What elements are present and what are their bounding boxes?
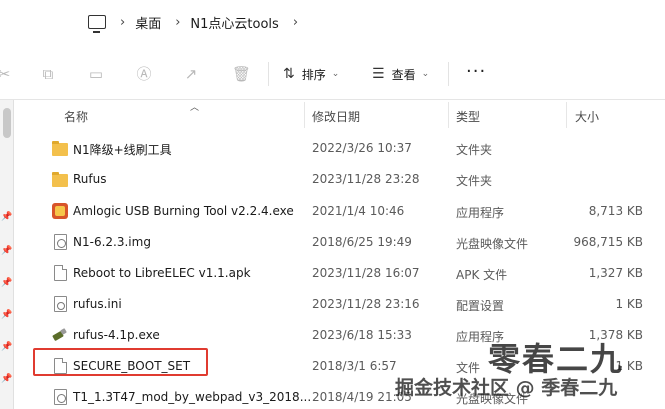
file-type: 应用程序 [456,206,505,220]
usb-app-icon [52,327,68,343]
column-divider[interactable] [566,102,567,128]
command-bar: ✂ ⧉ ▭ Ⓐ ↗ 🗑 ⇅ 排序 ⌄ ☰ 查看 ⌄ ··· [0,44,665,100]
file-row[interactable]: Amlogic USB Burning Tool v2.2.4.exe 2021… [14,195,665,226]
chevron-right-icon: › [120,14,126,30]
toolbar-divider [448,62,449,86]
this-pc-icon[interactable] [88,15,106,33]
breadcrumb-current-folder[interactable]: N1点心云tools [190,13,278,32]
column-header-type[interactable]: 类型 [456,108,480,125]
pin-icon: 📌 [1,278,13,288]
chevron-down-icon: ⌄ [421,69,430,79]
file-type: 配置设置 [456,299,505,313]
column-header-date[interactable]: 修改日期 [312,108,360,125]
file-date: 2023/6/18 15:33 [312,328,412,342]
file-name: Reboot to LibreELEC v1.1.apk [73,266,251,280]
watermark-small: 掘金技术社区 @ 季春二九 [395,377,618,399]
file-size: 8,713 KB [588,204,643,218]
file-row[interactable]: Rufus 2023/11/28 23:28 文件夹 [14,163,665,194]
view-button[interactable]: ☰ 查看 ⌄ [372,64,429,84]
delete-icon[interactable]: 🗑 [232,66,251,82]
navigation-pane[interactable]: 📌 📌 📌 📌 📌 📌 [0,100,14,409]
app-icon [52,203,68,219]
file-date: 2018/6/25 19:49 [312,235,412,249]
file-date: 2022/3/26 10:37 [312,141,412,155]
chevron-right-icon: › [292,14,299,30]
address-bar[interactable]: › 桌面 › N1点心云tools › [0,0,665,44]
file-type: 文件夹 [456,143,493,157]
column-headers: ︿ 名称 修改日期 类型 大小 [14,100,665,130]
file-date: 2023/11/28 16:07 [312,266,420,280]
file-date: 2018/3/1 6:57 [312,359,397,373]
settings-file-icon [54,296,67,312]
folder-icon [52,141,68,156]
pin-icon: 📌 [1,310,13,320]
cut-icon[interactable]: ✂ [0,66,12,82]
sort-label: 排序 [301,67,326,82]
file-size: 968,715 KB [573,235,643,249]
chevron-down-icon: ⌄ [331,69,340,79]
file-name: rufus-4.1p.exe [73,328,160,342]
column-divider[interactable] [448,102,449,128]
file-date: 2021/1/4 10:46 [312,204,405,218]
sort-ascending-icon: ︿ [190,103,200,113]
file-type: 文件夹 [456,174,493,188]
file-icon [54,265,67,281]
pin-icon: 📌 [1,342,13,352]
file-icon [54,358,67,374]
file-type: APK 文件 [456,268,508,282]
file-name: Amlogic USB Burning Tool v2.2.4.exe [73,204,294,218]
toolbar-divider [268,62,269,86]
file-name: SECURE_BOOT_SET [73,359,191,373]
file-name: Rufus [73,172,107,186]
disc-image-icon [54,389,67,405]
file-size: 1 KB [615,297,643,311]
more-options-button[interactable]: ··· [466,63,486,81]
rename-icon[interactable]: Ⓐ [136,66,152,82]
file-row[interactable]: rufus.ini 2023/11/28 23:16 配置设置 1 KB [14,288,665,319]
column-header-size[interactable]: 大小 [575,108,599,125]
view-list-icon: ☰ [372,66,385,82]
file-row[interactable]: Reboot to LibreELEC v1.1.apk 2023/11/28 … [14,257,665,288]
nav-scrollbar-thumb[interactable] [3,108,11,138]
pin-icon: 📌 [1,374,13,384]
file-name: N1降级+线刷工具 [73,143,172,157]
file-name: N1-6.2.3.img [73,235,151,249]
pin-icon: 📌 [1,212,13,222]
file-type: 光盘映像文件 [456,237,529,251]
chevron-right-icon: › [175,14,181,30]
disc-image-icon [54,234,67,250]
view-label: 查看 [391,67,416,82]
copy-icon[interactable]: ⧉ [40,66,56,82]
file-name: T1_1.3T47_mod_by_webpad_v3_2018... [73,390,312,404]
pin-icon: 📌 [1,246,13,256]
column-divider[interactable] [304,102,305,128]
breadcrumb-desktop[interactable]: 桌面 [135,13,161,32]
sort-button[interactable]: ⇅ 排序 ⌄ [283,64,339,84]
column-header-name[interactable]: 名称 [64,108,88,125]
file-row[interactable]: N1-6.2.3.img 2018/6/25 19:49 光盘映像文件 968,… [14,226,665,257]
file-row[interactable]: N1降级+线刷工具 2022/3/26 10:37 文件夹 [14,132,665,163]
folder-icon [52,172,68,187]
sort-icon: ⇅ [283,66,295,82]
file-date: 2023/11/28 23:28 [312,172,420,186]
file-date: 2023/11/28 23:16 [312,297,420,311]
file-size: 1,327 KB [588,266,643,280]
share-icon[interactable]: ↗ [183,66,199,82]
paste-icon[interactable]: ▭ [88,66,104,82]
file-name: rufus.ini [73,297,122,311]
